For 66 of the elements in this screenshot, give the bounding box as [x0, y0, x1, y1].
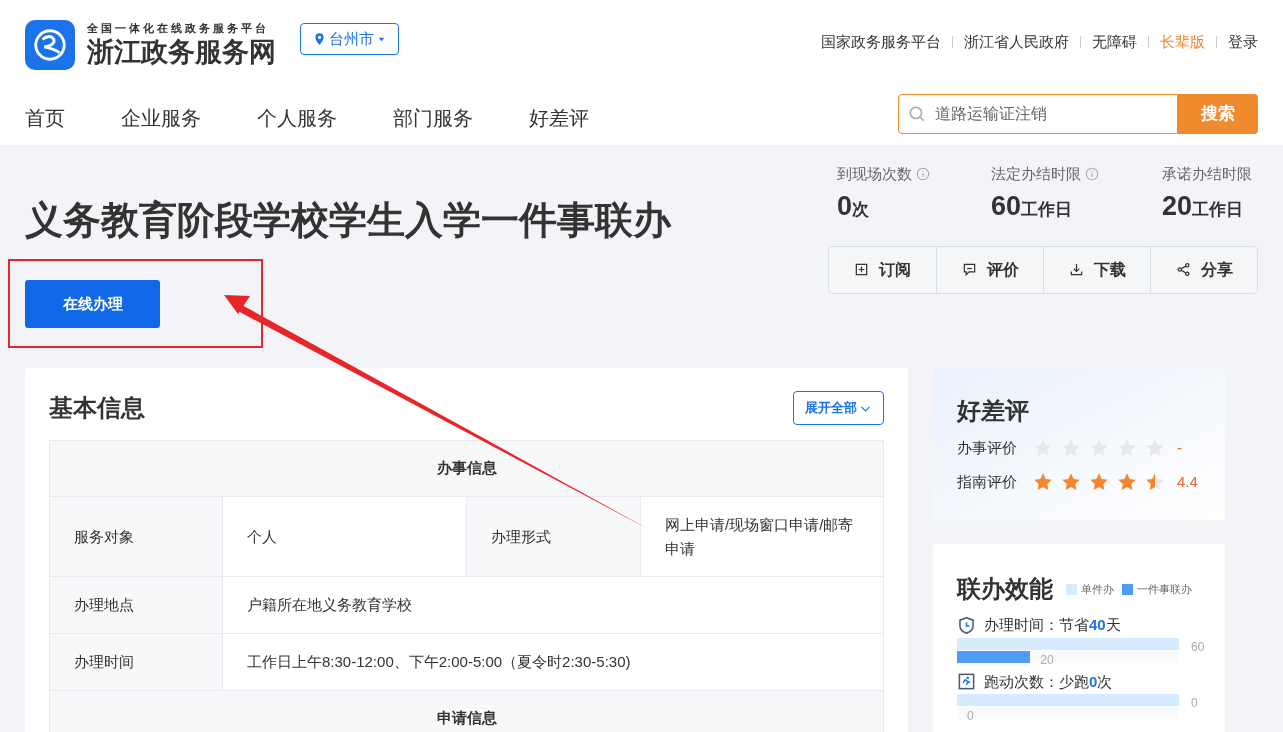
service-title: 义务教育阶段学校学生入学一件事联办: [25, 198, 671, 243]
metric-label: 跑动次数：少跑0次: [984, 671, 1113, 692]
platform-tagline: 全国一体化在线政务服务平台: [87, 21, 270, 35]
legend-label: 一件事联办: [1137, 581, 1192, 597]
legend-label: 单件办: [1081, 581, 1114, 597]
header-link[interactable]: 浙江省人民政府: [964, 30, 1069, 54]
action-button[interactable]: 评价: [936, 246, 1043, 293]
stat-unit: 工作日: [1192, 199, 1244, 221]
city-selector[interactable]: 台州市: [300, 23, 399, 55]
rating-label: 办事评价: [957, 437, 1018, 458]
info-icon: [916, 167, 930, 182]
star-icon: [1089, 472, 1109, 492]
stat-value: 20: [1162, 189, 1193, 222]
table-section-header: 申请信息: [50, 691, 884, 732]
running-person-icon: [957, 672, 976, 692]
stat-value: 0: [837, 189, 853, 222]
bar-value: 20: [1040, 653, 1054, 666]
section-title: 联办效能: [957, 574, 1053, 604]
stat-value: 60: [991, 189, 1022, 222]
search-field[interactable]: 道路运输证注销: [898, 93, 1178, 134]
section-title: 基本信息: [49, 393, 145, 423]
logo-icon[interactable]: [25, 20, 75, 70]
table-cell: 办理时间: [50, 634, 223, 690]
star-icon: [1033, 472, 1053, 492]
apply-online-button[interactable]: 在线办理: [25, 280, 160, 328]
stat-label: 承诺办结时限: [1162, 164, 1252, 184]
header-link[interactable]: 国家政务服务平台: [821, 30, 941, 54]
bar-value: 0: [1191, 697, 1198, 709]
table-cell: 办理形式: [467, 497, 641, 576]
nav-link[interactable]: 部门服务: [393, 102, 473, 133]
action-button[interactable]: 下载: [1043, 246, 1150, 293]
stat-unit: 次: [852, 199, 870, 221]
star-icon: [1061, 472, 1081, 492]
star-icon: [1117, 472, 1137, 492]
section-title: 好差评: [957, 396, 1030, 426]
bar-value: 60: [1191, 640, 1205, 653]
bar-value: 0: [967, 710, 974, 722]
site-name[interactable]: 浙江政务服务网: [87, 35, 276, 69]
stat-unit: 工作日: [1021, 199, 1073, 221]
rating-score: -: [1177, 437, 1182, 458]
action-button[interactable]: 订阅: [829, 246, 936, 293]
stat-label: 到现场次数: [837, 164, 912, 184]
metric-label: 办理时间：节省40天: [984, 615, 1121, 635]
shield-clock-icon: [957, 615, 976, 635]
header-link[interactable]: 登录: [1228, 30, 1258, 54]
comment-icon: [961, 262, 977, 277]
stat-label: 法定办结时限: [991, 164, 1081, 184]
nav-link[interactable]: 个人服务: [257, 102, 337, 133]
table-cell: 服务对象: [50, 497, 223, 576]
info-icon: [1085, 167, 1099, 182]
search-icon: [908, 104, 926, 123]
download-icon: [1068, 262, 1084, 277]
header-link[interactable]: 无障碍: [1092, 30, 1137, 54]
table-section-header: 办事信息: [50, 441, 884, 496]
action-button[interactable]: 分享: [1150, 246, 1257, 293]
nav-link[interactable]: 企业服务: [121, 102, 201, 133]
nav-link[interactable]: 好差评: [529, 102, 589, 133]
table-cell: 办理地点: [50, 577, 223, 633]
share-icon: [1175, 262, 1191, 277]
nav-link[interactable]: 首页: [25, 102, 65, 133]
star-icon: [1145, 472, 1165, 492]
rating-label: 指南评价: [957, 471, 1018, 492]
location-pin-icon: [313, 32, 326, 46]
rating-score: 4.4: [1177, 471, 1198, 492]
expand-all-button[interactable]: 展开全部: [793, 391, 884, 425]
plus-square-icon: [854, 262, 869, 277]
